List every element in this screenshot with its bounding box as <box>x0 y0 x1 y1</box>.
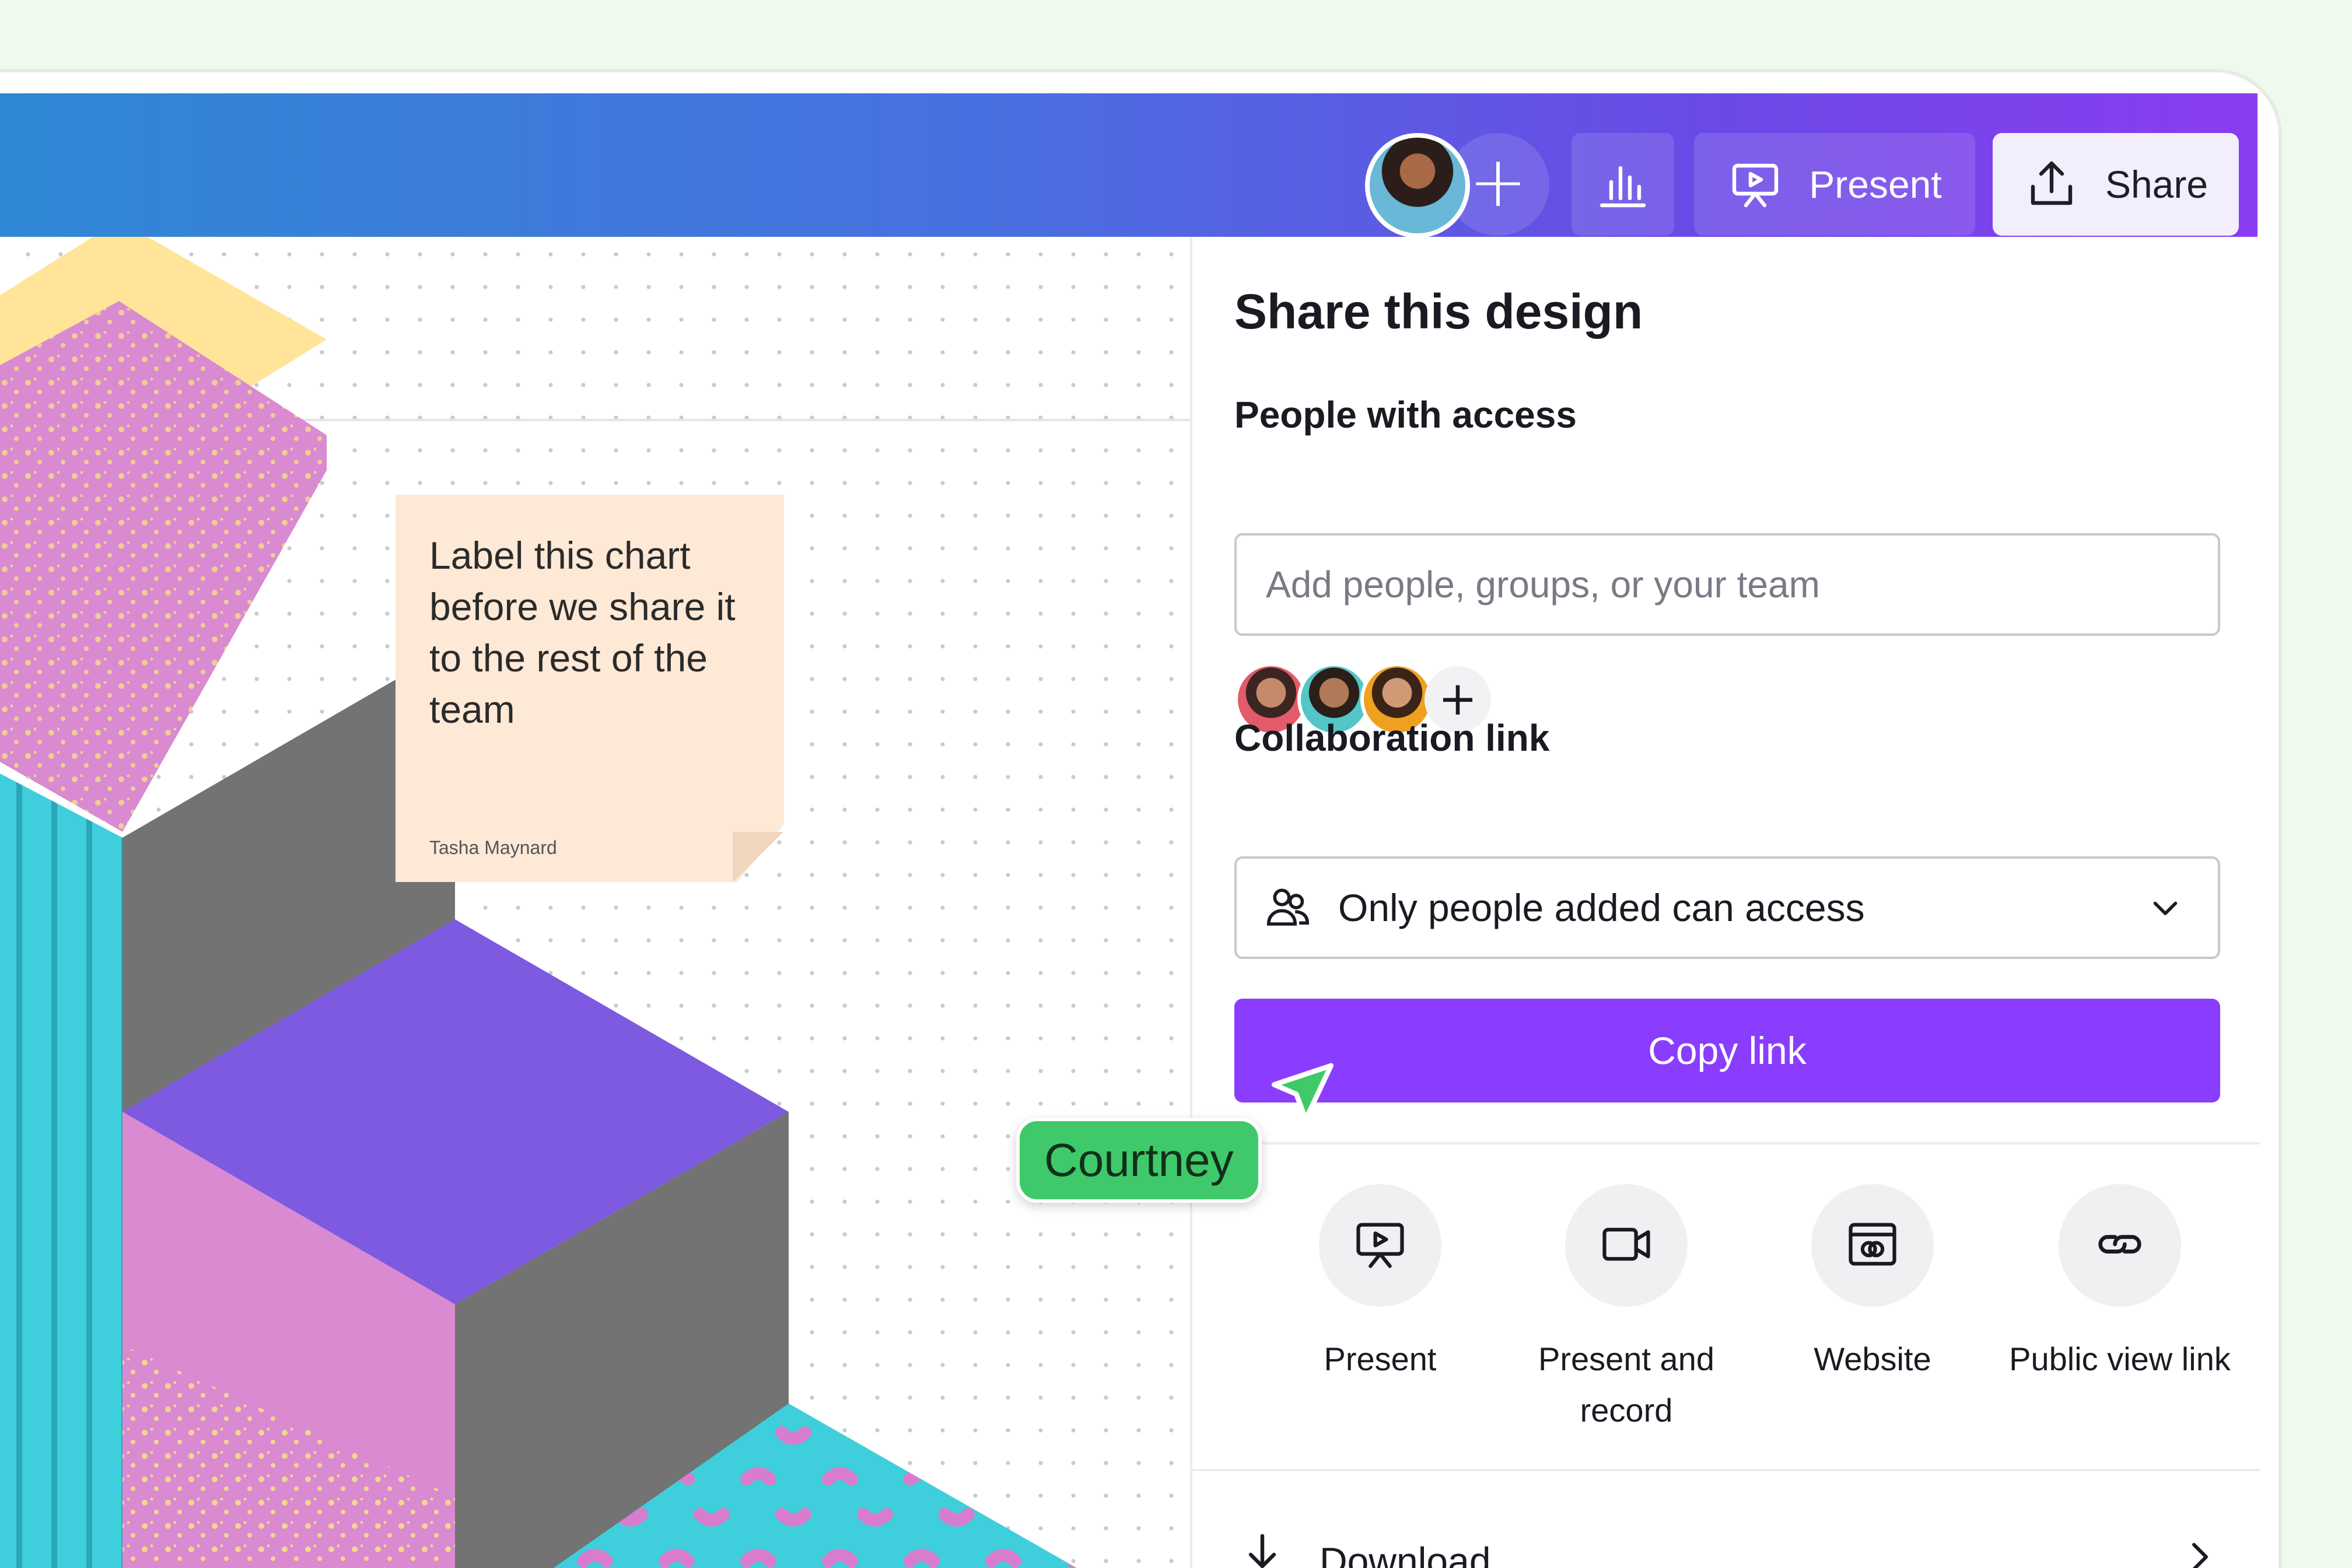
website-icon <box>1843 1215 1902 1276</box>
sticky-note[interactable]: Label this chart before we share it to t… <box>396 495 784 882</box>
download-icon <box>1234 1529 1290 1568</box>
present-icon <box>1727 156 1783 212</box>
download-row[interactable]: Download <box>1234 1503 2220 1568</box>
panel-title: Share this design <box>1234 284 1643 339</box>
bar-chart-icon <box>1595 156 1651 212</box>
avatar[interactable] <box>1365 133 1470 238</box>
sticky-note-author: Tasha Maynard <box>429 837 557 858</box>
share-panel: Share this design People with access + C… <box>1190 237 2260 1568</box>
sticky-note-text: Label this chart before we share it to t… <box>429 534 736 731</box>
record-option-circle <box>1565 1184 1688 1307</box>
share-option-label: Present and record <box>1538 1340 1714 1429</box>
website-option-circle <box>1811 1184 1934 1307</box>
link-option-circle <box>2059 1184 2181 1307</box>
copy-link-button[interactable]: Copy link <box>1234 999 2220 1102</box>
link-access-value: Only people added can access <box>1338 886 1865 929</box>
sticky-note-fold <box>733 832 784 882</box>
share-option-present[interactable]: Present <box>1258 1184 1503 1385</box>
people-icon <box>1264 883 1312 932</box>
present-option-circle <box>1319 1184 1441 1307</box>
chevron-down-icon <box>2148 890 2183 925</box>
share-option-public-view-link[interactable]: Public view link <box>1997 1184 2242 1385</box>
share-option-label: Public view link <box>2009 1340 2231 1377</box>
divider <box>1192 1469 2260 1471</box>
insights-button[interactable] <box>1572 133 1674 236</box>
share-button-label: Share <box>2105 163 2208 206</box>
isometric-chart-artwork[interactable] <box>0 237 1190 1568</box>
top-toolbar: + Present Share <box>0 93 2258 238</box>
collaboration-link-label: Collaboration link <box>1234 717 1550 759</box>
present-button[interactable]: Present <box>1694 133 1975 236</box>
share-option-present-and-record[interactable]: Present and record <box>1504 1184 1749 1436</box>
link-icon <box>2091 1215 2149 1276</box>
present-icon <box>1351 1215 1409 1276</box>
collaborators: + <box>1365 133 1552 238</box>
people-access-label: People with access <box>1234 394 1577 436</box>
video-camera-icon <box>1597 1215 1656 1276</box>
present-button-label: Present <box>1809 163 1942 206</box>
chevron-right-icon <box>2178 1536 2220 1568</box>
app-window: + Present Share Label this chart before … <box>0 72 2278 1568</box>
cursor-arrow-icon <box>1271 1063 1334 1122</box>
share-options: Present Present and record Website Publi… <box>1192 1184 2260 1452</box>
design-canvas[interactable] <box>0 237 1190 1568</box>
divider <box>1192 1142 2260 1144</box>
link-access-select[interactable]: Only people added can access <box>1234 856 2220 959</box>
share-button[interactable]: Share <box>1993 133 2239 236</box>
share-option-label: Present <box>1324 1340 1437 1377</box>
collaborator-cursor-label: Courtney <box>1016 1118 1262 1203</box>
share-option-website[interactable]: Website <box>1750 1184 1995 1385</box>
upload-icon <box>2024 156 2080 212</box>
download-label: Download <box>1320 1539 1491 1568</box>
share-option-label: Website <box>1814 1340 1931 1377</box>
add-people-input[interactable] <box>1234 533 2220 636</box>
